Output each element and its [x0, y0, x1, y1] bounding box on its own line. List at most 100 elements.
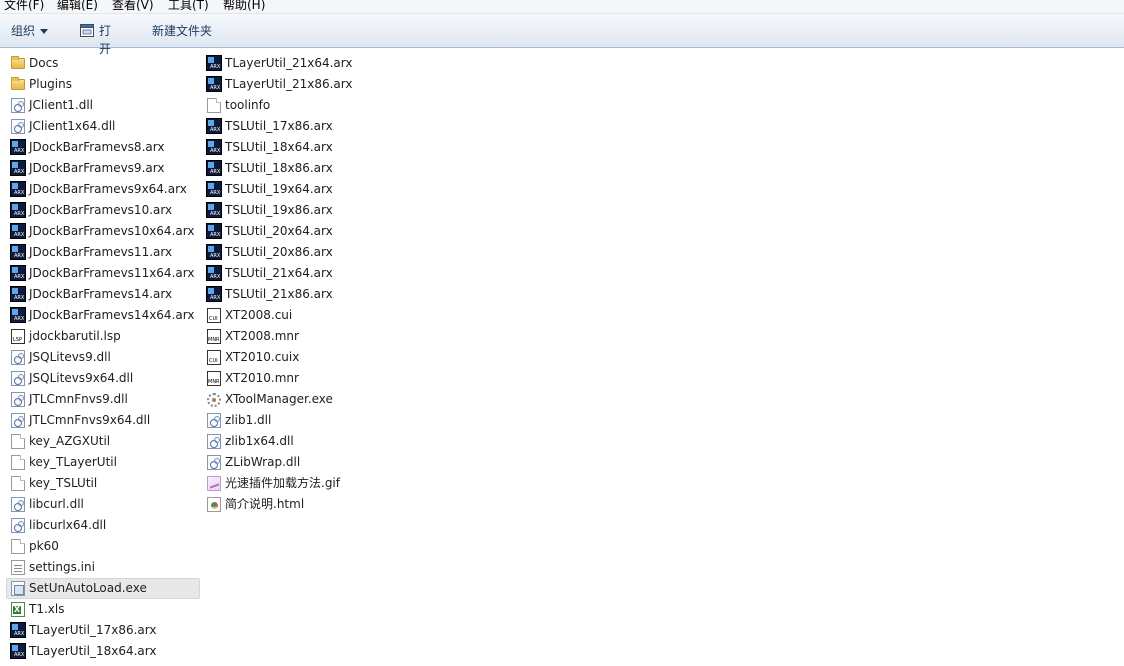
menu-tools[interactable]: 工具(T)	[168, 0, 209, 13]
file-item[interactable]: JDockBarFramevs8.arx	[7, 137, 200, 158]
file-item[interactable]: SetUnAutoLoad.exe	[6, 578, 201, 599]
arx-file-icon	[10, 622, 26, 638]
organize-button[interactable]: 组织	[11, 22, 49, 40]
file-name: JSQLitevs9.dll	[29, 350, 111, 364]
arx-file-icon	[10, 181, 26, 197]
file-name: TSLUtil_21x86.arx	[225, 287, 333, 301]
menu-view[interactable]: 查看(V)	[112, 0, 154, 13]
file-item[interactable]: TSLUtil_19x64.arx	[203, 179, 358, 200]
file-name: Docs	[29, 56, 59, 70]
file-name: TSLUtil_19x86.arx	[225, 203, 333, 217]
file-item[interactable]: JDockBarFramevs14.arx	[7, 284, 200, 305]
file-item[interactable]: XT2008.mnr	[203, 326, 358, 347]
file-name: JDockBarFramevs9.arx	[29, 161, 165, 175]
file-item[interactable]: jdockbarutil.lsp	[7, 326, 200, 347]
file-name: TSLUtil_19x64.arx	[225, 182, 333, 196]
file-item[interactable]: JDockBarFramevs10x64.arx	[7, 221, 200, 242]
file-item[interactable]: TSLUtil_20x64.arx	[203, 221, 358, 242]
file-item[interactable]: pk60	[7, 536, 200, 557]
file-name: TSLUtil_18x64.arx	[225, 140, 333, 154]
arx-file-icon	[10, 265, 26, 281]
file-item[interactable]: key_AZGXUtil	[7, 431, 200, 452]
file-name: toolinfo	[225, 98, 271, 112]
arx-file-icon	[206, 139, 222, 155]
file-item[interactable]: TLayerUtil_21x64.arx	[203, 53, 358, 74]
file-name: key_TLayerUtil	[29, 455, 117, 469]
file-item[interactable]: key_TLayerUtil	[7, 452, 200, 473]
file-item[interactable]: JDockBarFramevs9.arx	[7, 158, 200, 179]
file-item[interactable]: TLayerUtil_17x86.arx	[7, 620, 200, 641]
menu-file[interactable]: 文件(F)	[4, 0, 44, 13]
file-item[interactable]: zlib1.dll	[203, 410, 358, 431]
file-item[interactable]: libcurlx64.dll	[7, 515, 200, 536]
generic-file-icon	[11, 434, 25, 449]
file-item[interactable]: JDockBarFramevs14x64.arx	[7, 305, 200, 326]
file-item[interactable]: settings.ini	[7, 557, 200, 578]
file-item[interactable]: JTLCmnFnvs9x64.dll	[7, 410, 200, 431]
file-name: JClient1x64.dll	[29, 119, 116, 133]
file-name: JDockBarFramevs14.arx	[29, 287, 173, 301]
arx-file-icon	[10, 286, 26, 302]
file-item[interactable]: TSLUtil_20x86.arx	[203, 242, 358, 263]
file-item[interactable]: TSLUtil_19x86.arx	[203, 200, 358, 221]
file-item[interactable]: zlib1x64.dll	[203, 431, 358, 452]
file-item[interactable]: JSQLitevs9x64.dll	[7, 368, 200, 389]
folder-item[interactable]: Plugins	[7, 74, 200, 95]
file-name: libcurlx64.dll	[29, 518, 107, 532]
arx-file-icon	[206, 55, 222, 71]
file-list: Docs Plugins JClient1.dll JClient1x64.dll JD…	[0, 48, 1124, 666]
arx-file-icon	[206, 202, 222, 218]
file-item[interactable]: JDockBarFramevs11x64.arx	[7, 263, 200, 284]
menu-edit[interactable]: 编辑(E)	[57, 0, 98, 13]
file-name: XT2010.cuix	[225, 350, 300, 364]
arx-file-icon	[10, 223, 26, 239]
ini-file-icon	[11, 560, 25, 575]
file-item[interactable]: ZLibWrap.dll	[203, 452, 358, 473]
file-item[interactable]: XT2010.mnr	[203, 368, 358, 389]
file-item[interactable]: XT2010.cuix	[203, 347, 358, 368]
file-name: key_AZGXUtil	[29, 434, 111, 448]
file-item[interactable]: TSLUtil_18x86.arx	[203, 158, 358, 179]
file-item[interactable]: key_TSLUtil	[7, 473, 200, 494]
file-item[interactable]: TSLUtil_18x64.arx	[203, 137, 358, 158]
file-item[interactable]: JDockBarFramevs9x64.arx	[7, 179, 200, 200]
dll-file-icon	[207, 413, 221, 428]
dll-file-icon	[11, 98, 25, 113]
menu-bar: 文件(F) 编辑(E) 查看(V) 工具(T) 帮助(H)	[0, 0, 1124, 14]
file-item[interactable]: XToolManager.exe	[203, 389, 358, 410]
arx-file-icon	[206, 265, 222, 281]
file-item[interactable]: JClient1.dll	[7, 95, 200, 116]
folder-icon	[11, 56, 25, 69]
folder-item[interactable]: Docs	[7, 53, 200, 74]
file-item[interactable]: TLayerUtil_21x86.arx	[203, 74, 358, 95]
file-item[interactable]: TSLUtil_21x64.arx	[203, 263, 358, 284]
file-item[interactable]: TSLUtil_17x86.arx	[203, 116, 358, 137]
file-item[interactable]: TSLUtil_21x86.arx	[203, 284, 358, 305]
file-name: TLayerUtil_21x64.arx	[225, 56, 353, 70]
arx-file-icon	[10, 244, 26, 260]
file-name: pk60	[29, 539, 59, 553]
file-name: jdockbarutil.lsp	[29, 329, 121, 343]
file-item[interactable]: T1.xls	[7, 599, 200, 620]
file-name: XToolManager.exe	[225, 392, 333, 406]
file-item[interactable]: JDockBarFramevs11.arx	[7, 242, 200, 263]
arx-file-icon	[206, 118, 222, 134]
file-item[interactable]: TLayerUtil_18x64.arx	[7, 641, 200, 662]
file-item[interactable]: XT2008.cui	[203, 305, 358, 326]
file-item[interactable]: toolinfo	[203, 95, 358, 116]
file-item[interactable]: JDockBarFramevs10.arx	[7, 200, 200, 221]
menu-help[interactable]: 帮助(H)	[223, 0, 265, 13]
file-item[interactable]: libcurl.dll	[7, 494, 200, 515]
file-item[interactable]: 简介说明.html	[203, 494, 358, 515]
arx-file-icon	[206, 286, 222, 302]
file-item[interactable]: JClient1x64.dll	[7, 116, 200, 137]
file-item[interactable]: 光速插件加载方法.gif	[203, 473, 358, 494]
new-folder-button[interactable]: 新建文件夹	[152, 22, 212, 40]
file-name: XT2010.mnr	[225, 371, 299, 385]
file-item[interactable]: JTLCmnFnvs9.dll	[7, 389, 200, 410]
generic-file-icon	[207, 98, 221, 113]
arx-file-icon	[10, 160, 26, 176]
file-name: key_TSLUtil	[29, 476, 98, 490]
file-name: XT2008.cui	[225, 308, 293, 322]
file-item[interactable]: JSQLitevs9.dll	[7, 347, 200, 368]
